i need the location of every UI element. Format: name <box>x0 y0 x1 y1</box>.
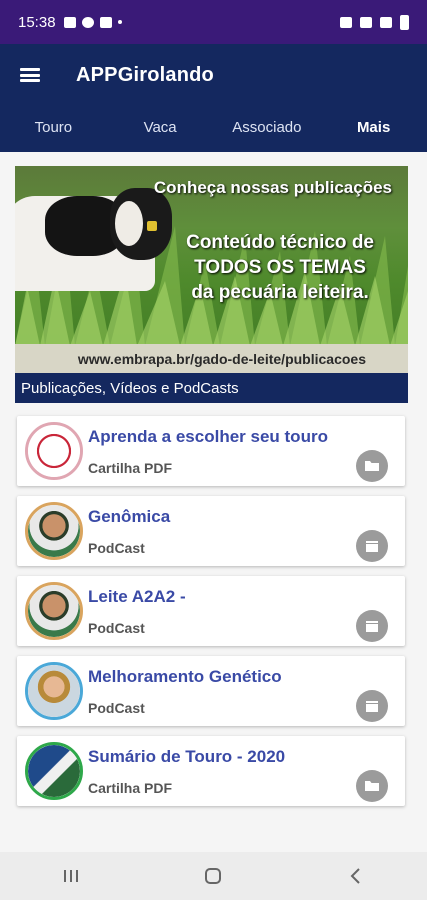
list-item[interactable]: Genômica PodCast <box>17 496 405 566</box>
tab-vaca[interactable]: Vaca <box>107 106 214 152</box>
status-time: 15:38 <box>18 13 56 31</box>
list-item[interactable]: Leite A2A2 - PodCast <box>17 576 405 646</box>
publications-banner[interactable]: Conheça nossas publicações Conteúdo técn… <box>15 166 408 403</box>
banner-subtext: Conteúdo técnico de TODOS OS TEMAS da pe… <box>186 232 374 303</box>
status-bar: 15:38 <box>0 0 427 44</box>
list-item[interactable]: Melhoramento Genético PodCast <box>17 656 405 726</box>
tab-bar: Touro Vaca Associado Mais <box>0 106 427 152</box>
menu-icon[interactable] <box>20 68 40 82</box>
mute-icon <box>340 16 352 28</box>
gallery-notification-icon <box>63 16 76 28</box>
tab-associado[interactable]: Associado <box>214 106 321 152</box>
item-type: Cartilha PDF <box>88 460 173 476</box>
list-item[interactable]: Sumário de Touro - 2020 Cartilha PDF <box>17 736 405 806</box>
thumbnail-image <box>25 422 83 480</box>
item-type: PodCast <box>88 620 145 636</box>
thumbnail-image <box>25 502 83 560</box>
app-bar: APPGirolando <box>0 44 427 106</box>
youtube-notification-icon <box>99 16 112 28</box>
app-title: APPGirolando <box>76 63 214 86</box>
item-title: Sumário de Touro - 2020 <box>88 747 286 766</box>
item-type: Cartilha PDF <box>88 780 173 796</box>
battery-icon <box>400 14 409 30</box>
publication-list: Aprenda a escolher seu touro Cartilha PD… <box>17 416 406 816</box>
banner-image: Conheça nossas publicações Conteúdo técn… <box>15 166 408 373</box>
system-nav-bar <box>0 852 427 900</box>
item-title: Aprenda a escolher seu touro <box>88 427 328 446</box>
thumbnail-image <box>25 582 83 640</box>
clapperboard-icon[interactable] <box>356 610 388 642</box>
list-item[interactable]: Aprenda a escolher seu touro Cartilha PD… <box>17 416 405 486</box>
item-title: Melhoramento Genético <box>88 667 282 686</box>
wifi-icon <box>360 16 372 28</box>
item-title: Leite A2A2 - <box>88 587 186 606</box>
clapperboard-icon[interactable] <box>356 690 388 722</box>
signal-icon <box>380 16 392 28</box>
home-icon[interactable] <box>193 856 233 896</box>
banner-headline: Conheça nossas publicações <box>153 178 392 197</box>
item-type: PodCast <box>88 540 145 556</box>
tab-touro[interactable]: Touro <box>0 106 107 152</box>
folder-icon[interactable] <box>356 770 388 802</box>
clapperboard-icon[interactable] <box>356 530 388 562</box>
app-notification-icon <box>81 16 94 28</box>
tab-mais[interactable]: Mais <box>320 106 427 152</box>
more-notifications-icon <box>117 20 122 24</box>
thumbnail-image <box>25 662 83 720</box>
banner-url: www.embrapa.br/gado-de-leite/publicacoes <box>15 344 408 373</box>
thumbnail-image <box>25 742 83 800</box>
folder-icon[interactable] <box>356 450 388 482</box>
recent-apps-icon[interactable] <box>51 856 91 896</box>
item-title: Genômica <box>88 507 171 526</box>
item-type: PodCast <box>88 700 145 716</box>
banner-caption: Publicações, Vídeos e PodCasts <box>15 373 408 403</box>
back-icon[interactable] <box>336 856 376 896</box>
